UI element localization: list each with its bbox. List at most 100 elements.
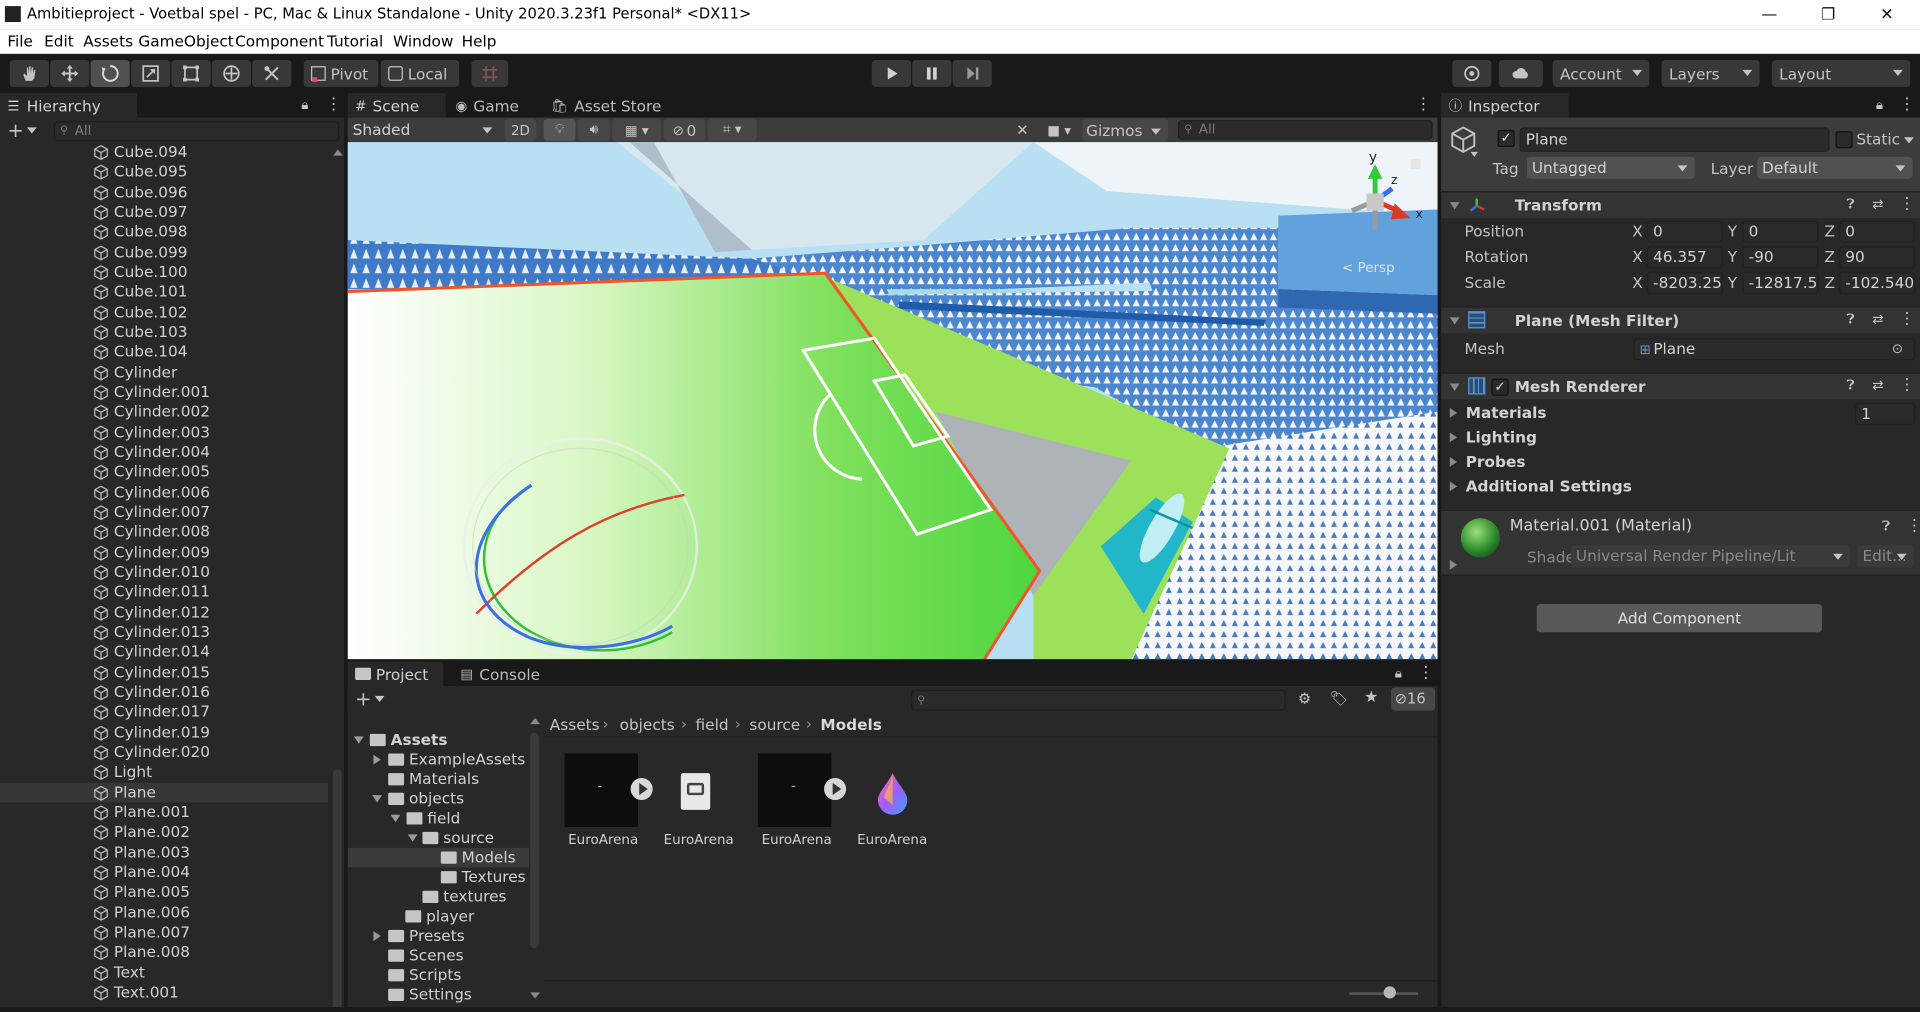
mesh-object-field[interactable]: ⊞ Plane ⊙ <box>1633 338 1916 361</box>
project-more-icon[interactable]: ⋮ <box>1418 664 1434 682</box>
more-menu-icon[interactable]: ⋮ <box>326 96 342 114</box>
scroll-up-icon[interactable] <box>333 149 343 156</box>
position-y-field[interactable]: 0 <box>1742 220 1819 243</box>
hierarchy-scrollbar[interactable] <box>331 147 343 1012</box>
shader-edit-button[interactable]: Edit... <box>1857 545 1914 568</box>
close-button[interactable]: ✕ <box>1859 0 1915 29</box>
tab-scene[interactable]: # Scene <box>347 93 446 118</box>
gizmos-dropdown[interactable]: Gizmos <box>1082 118 1169 141</box>
hierarchy-item[interactable]: Cylinder.015 <box>0 662 328 682</box>
hierarchy-item[interactable]: Cube.099 <box>0 242 328 262</box>
maximize-button[interactable]: ❐ <box>1800 0 1856 29</box>
local-toggle[interactable]: Local <box>380 60 460 87</box>
hierarchy-item[interactable]: Cylinder.004 <box>0 442 328 462</box>
scale-tool-button[interactable] <box>131 60 171 87</box>
fold-arrow-icon[interactable] <box>1449 559 1458 570</box>
rotation-z-field[interactable]: 90 <box>1839 246 1916 269</box>
grid-visibility-dropdown[interactable]: ⌗ ▾ <box>707 118 757 141</box>
hierarchy-item[interactable]: Cube.101 <box>0 282 328 302</box>
project-lock-icon[interactable]: 🔒︎ <box>1395 665 1402 682</box>
help-icon[interactable]: ❓︎ <box>1847 311 1855 328</box>
tree-item-field[interactable]: field <box>348 809 529 829</box>
tab-console[interactable]: ▤ Console <box>453 662 551 687</box>
hierarchy-item[interactable]: Cylinder.011 <box>0 582 328 602</box>
scene-visibility-toggle[interactable]: ⊘ 0 <box>663 118 706 141</box>
mesh-renderer-header[interactable]: ✓ Mesh Renderer ❓︎ ⇄ ⋮ <box>1441 372 1920 400</box>
asset-item[interactable]: EuroArena <box>661 753 739 851</box>
collab-button[interactable] <box>1452 60 1492 87</box>
help-icon[interactable]: ❓︎ <box>1847 196 1855 213</box>
tree-item-materials[interactable]: Materials <box>348 769 529 789</box>
play-button[interactable] <box>871 60 912 87</box>
lock-icon[interactable]: 🔒︎ <box>301 97 308 114</box>
position-z-field[interactable]: 0 <box>1839 220 1916 243</box>
grid-snap-button[interactable] <box>471 60 509 87</box>
hierarchy-item[interactable]: Cylinder.014 <box>0 642 328 662</box>
scale-y-field[interactable]: -12817.58 <box>1742 271 1819 295</box>
shader-dropdown[interactable]: Universal Render Pipeline/Lit <box>1571 545 1851 568</box>
static-dropdown-icon[interactable] <box>1904 137 1914 144</box>
asset-item[interactable]: - EuroArena <box>564 753 653 851</box>
hierarchy-item[interactable]: Cylinder.008 <box>0 522 328 542</box>
asset-item[interactable]: - EuroArena <box>757 753 847 851</box>
hierarchy-item[interactable]: Plane.002 <box>0 822 328 842</box>
scene-search-input[interactable]: ⚲ All <box>1177 120 1433 140</box>
hierarchy-item[interactable]: Cylinder.010 <box>0 562 328 582</box>
pause-button[interactable] <box>912 60 952 87</box>
minimize-button[interactable]: — <box>1741 0 1797 29</box>
hierarchy-item[interactable]: Cylinder.009 <box>0 542 328 562</box>
tree-item-textures[interactable]: textures <box>348 887 529 907</box>
inspector-lock-icon[interactable]: 🔒︎ <box>1876 97 1883 114</box>
hierarchy-item[interactable]: Cylinder.003 <box>0 422 328 442</box>
transform-tool-button[interactable] <box>211 60 252 87</box>
scroll-up-icon[interactable] <box>530 717 541 725</box>
step-button[interactable] <box>952 60 992 87</box>
object-picker-icon[interactable]: ⊙ <box>1892 339 1903 359</box>
tab-asset-store[interactable]: 🛍︎ Asset Store <box>544 93 679 118</box>
tree-item-assets[interactable]: Assets <box>348 730 529 750</box>
hierarchy-scroll-thumb[interactable] <box>333 769 342 1012</box>
menu-edit[interactable]: Edit <box>44 32 74 50</box>
toggle-2d-button[interactable]: 2D <box>504 118 537 141</box>
pivot-toggle[interactable]: Pivot <box>303 60 379 87</box>
hierarchy-item[interactable]: Plane.007 <box>0 922 328 942</box>
menu-component[interactable]: Component <box>235 32 324 50</box>
inspector-more-icon[interactable]: ⋮ <box>1899 96 1915 114</box>
rect-tool-button[interactable] <box>171 60 211 87</box>
scale-z-field[interactable]: -102.540 <box>1839 271 1916 295</box>
material-menu-icon[interactable]: ⋮ <box>1907 517 1920 535</box>
static-checkbox[interactable] <box>1835 131 1853 149</box>
hierarchy-item[interactable]: Cube.100 <box>0 262 328 282</box>
mesh-filter-header[interactable]: Plane (Mesh Filter) ❓︎ ⇄ ⋮ <box>1441 306 1920 334</box>
tree-item-scenes[interactable]: Scenes <box>348 946 529 966</box>
hierarchy-item[interactable]: Plane.004 <box>0 862 328 882</box>
hierarchy-item[interactable]: Cylinder.019 <box>0 722 328 742</box>
tab-project[interactable]: Project <box>347 661 444 687</box>
menu-tutorial[interactable]: Tutorial <box>327 32 383 50</box>
create-asset-button[interactable]: + <box>355 687 371 710</box>
tab-inspector[interactable]: ⓘ Inspector <box>1441 93 1569 118</box>
hierarchy-item[interactable]: Plane.006 <box>0 902 328 922</box>
search-by-label-icon[interactable]: 🏷︎ <box>1330 690 1349 707</box>
scene-lighting-toggle[interactable]: 💡︎ <box>543 118 576 141</box>
mesh-renderer-enabled-checkbox[interactable]: ✓ <box>1491 378 1509 396</box>
menu-assets[interactable]: Assets <box>83 32 133 50</box>
search-by-type-icon[interactable]: ⚙︎ <box>1298 690 1311 707</box>
hierarchy-item[interactable]: Cylinder.020 <box>0 742 328 762</box>
tab-hierarchy[interactable]: ☰ Hierarchy <box>0 93 138 118</box>
hierarchy-item[interactable]: Text.001 <box>0 982 328 1002</box>
hierarchy-item[interactable]: Plane.008 <box>0 942 328 962</box>
tree-item-models[interactable]: Models <box>347 847 529 868</box>
scene-tools-button[interactable]: ✕ <box>1008 118 1036 141</box>
menu-window[interactable]: Window <box>393 32 453 50</box>
hierarchy-item[interactable]: Cube.103 <box>0 322 328 342</box>
add-dropdown-icon[interactable] <box>26 127 37 134</box>
hierarchy-item[interactable]: Plane.001 <box>0 802 328 822</box>
hierarchy-item[interactable]: Cylinder.016 <box>0 682 328 702</box>
hierarchy-item[interactable]: Cylinder.002 <box>0 402 328 422</box>
icon-dropdown-icon[interactable] <box>1470 151 1478 157</box>
scene-effects-dropdown[interactable]: ▦ ▾ <box>612 118 662 141</box>
rotation-y-field[interactable]: -90 <box>1742 246 1819 269</box>
presets-icon[interactable]: ⇄ <box>1872 311 1883 327</box>
project-search-input[interactable]: ⚲ <box>911 689 1286 711</box>
